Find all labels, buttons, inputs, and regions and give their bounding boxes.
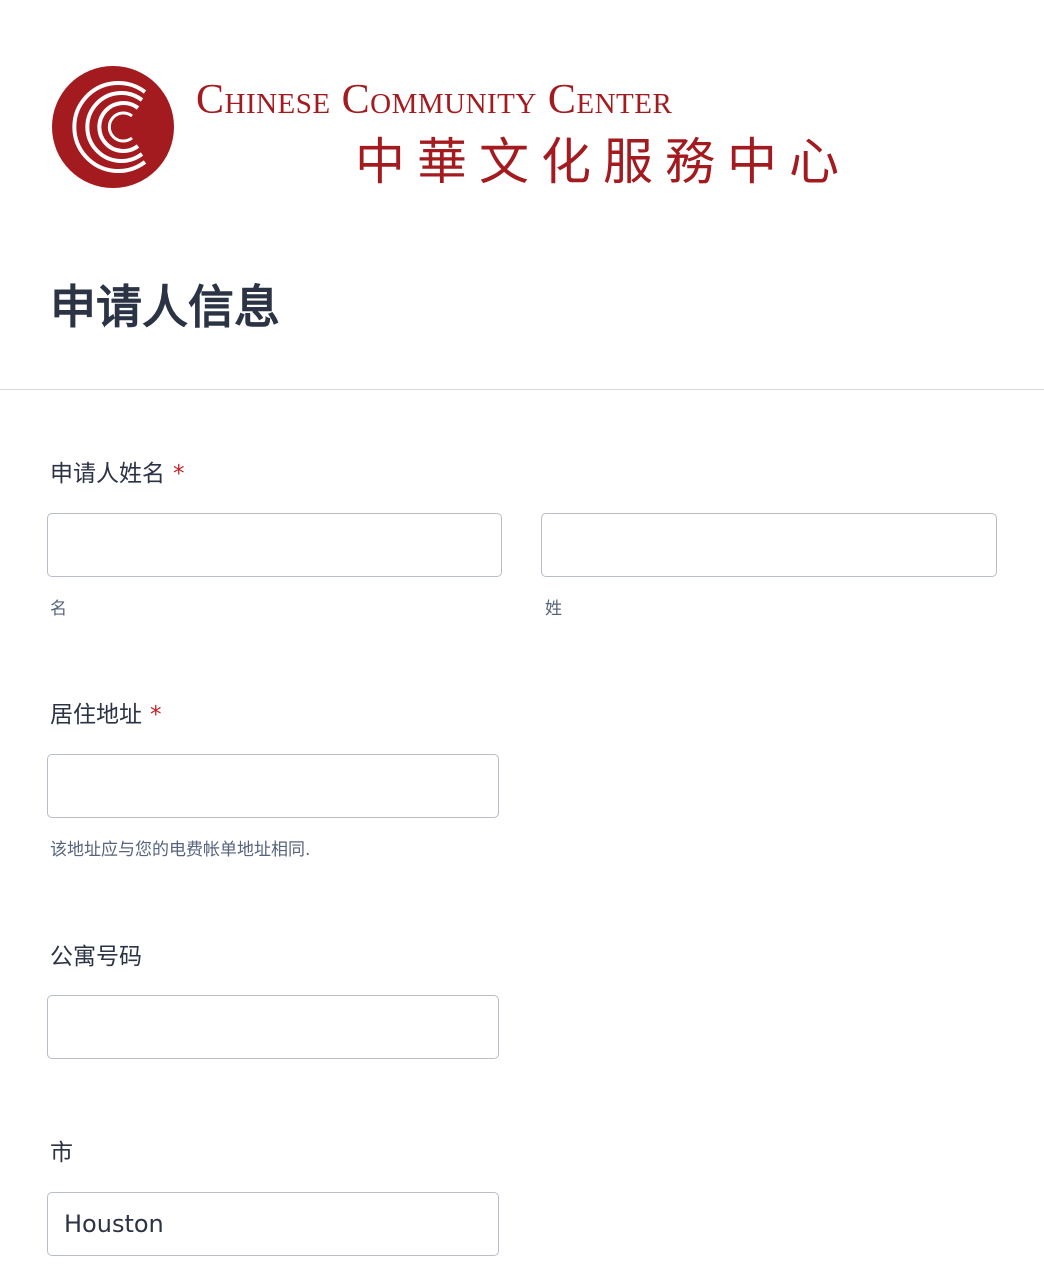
address-label: 居住地址 * — [50, 699, 162, 731]
address-label-text: 居住地址 — [50, 702, 142, 728]
address-help-text: 该地址应与您的电费帐单地址相同. — [50, 840, 311, 860]
logo-swirl-icon — [52, 66, 174, 188]
city-label: 市 — [50, 1137, 73, 1169]
applicant-name-label: 申请人姓名 * — [50, 458, 185, 490]
section-title: 申请人信息 — [50, 280, 280, 334]
apartment-label: 公寓号码 — [50, 941, 142, 973]
form-page: Chinese Community Center 中華文化服務中心 申请人信息 … — [0, 0, 1044, 1285]
city-label-text: 市 — [50, 1140, 73, 1166]
apartment-input[interactable] — [47, 995, 499, 1059]
required-mark: * — [150, 702, 162, 728]
section-divider — [0, 389, 1044, 390]
city-input[interactable] — [47, 1192, 499, 1256]
applicant-name-label-text: 申请人姓名 — [50, 461, 165, 487]
logo: Chinese Community Center 中華文化服務中心 — [50, 64, 1000, 194]
address-input[interactable] — [47, 754, 499, 818]
first-name-input[interactable] — [47, 513, 502, 577]
first-name-sublabel: 名 — [50, 599, 67, 619]
last-name-sublabel: 姓 — [545, 599, 562, 619]
logo-text-english: Chinese Community Center — [196, 77, 673, 123]
apartment-label-text: 公寓号码 — [50, 944, 142, 970]
required-mark: * — [173, 461, 185, 487]
logo-text-chinese: 中華文化服務中心 — [355, 133, 851, 191]
last-name-input[interactable] — [541, 513, 997, 577]
